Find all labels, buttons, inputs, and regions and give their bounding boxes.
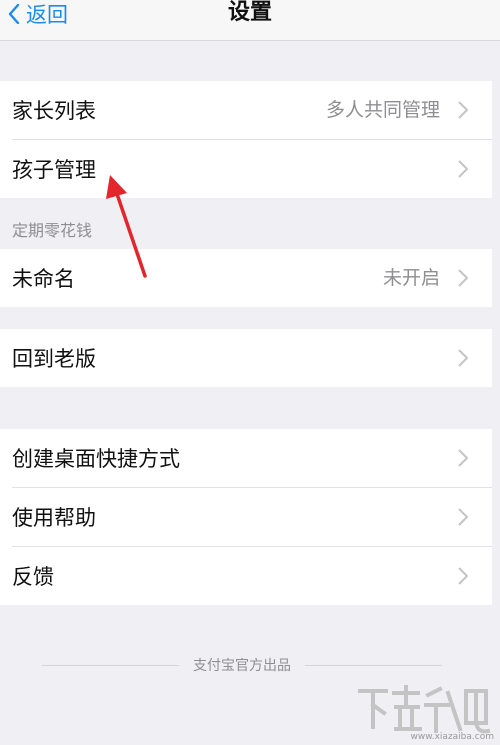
- misc-group: 创建桌面快捷方式 使用帮助 反馈: [0, 429, 492, 605]
- chevron-right-icon: [458, 567, 468, 585]
- navigation-bar: 返回 设置: [0, 0, 500, 41]
- child-management-label: 孩子管理: [12, 158, 96, 182]
- create-shortcut-label: 创建桌面快捷方式: [12, 447, 180, 471]
- chevron-right-icon: [458, 101, 468, 119]
- page-title: 设置: [227, 0, 272, 25]
- feedback-row[interactable]: 反馈: [0, 547, 492, 605]
- chevron-right-icon: [458, 349, 468, 367]
- feedback-label: 反馈: [12, 565, 54, 589]
- footer-text: 支付宝官方出品: [193, 658, 291, 674]
- chevron-right-icon: [458, 508, 468, 526]
- help-label: 使用帮助: [12, 506, 96, 530]
- chevron-right-icon: [458, 160, 468, 178]
- footer: 支付宝官方出品: [42, 655, 442, 675]
- unnamed-status: 未开启: [382, 267, 440, 289]
- help-row[interactable]: 使用帮助: [0, 488, 492, 546]
- unnamed-label: 未命名: [12, 267, 75, 291]
- unnamed-allowance-row[interactable]: 未命名 未开启: [0, 249, 492, 307]
- parent-list-value: 多人共同管理: [325, 99, 440, 121]
- legacy-group: 回到老版: [0, 329, 492, 387]
- parent-list-row[interactable]: 家长列表 多人共同管理: [0, 81, 492, 139]
- allowance-group: 未命名 未开启: [0, 249, 492, 307]
- create-shortcut-row[interactable]: 创建桌面快捷方式: [0, 429, 492, 487]
- parent-settings-group: 家长列表 多人共同管理 孩子管理: [0, 81, 492, 198]
- back-to-old-version-row[interactable]: 回到老版: [0, 329, 492, 387]
- back-to-old-version-label: 回到老版: [12, 347, 96, 371]
- footer-line-left: [42, 664, 179, 666]
- chevron-right-icon: [458, 269, 468, 287]
- footer-line-right: [305, 664, 442, 666]
- section-label-allowance: 定期零花钱: [12, 221, 93, 240]
- watermark-url: www.xiazaiba.com: [410, 732, 494, 742]
- child-management-row[interactable]: 孩子管理: [0, 140, 492, 198]
- chevron-right-icon: [458, 449, 468, 467]
- parent-list-label: 家长列表: [12, 99, 96, 123]
